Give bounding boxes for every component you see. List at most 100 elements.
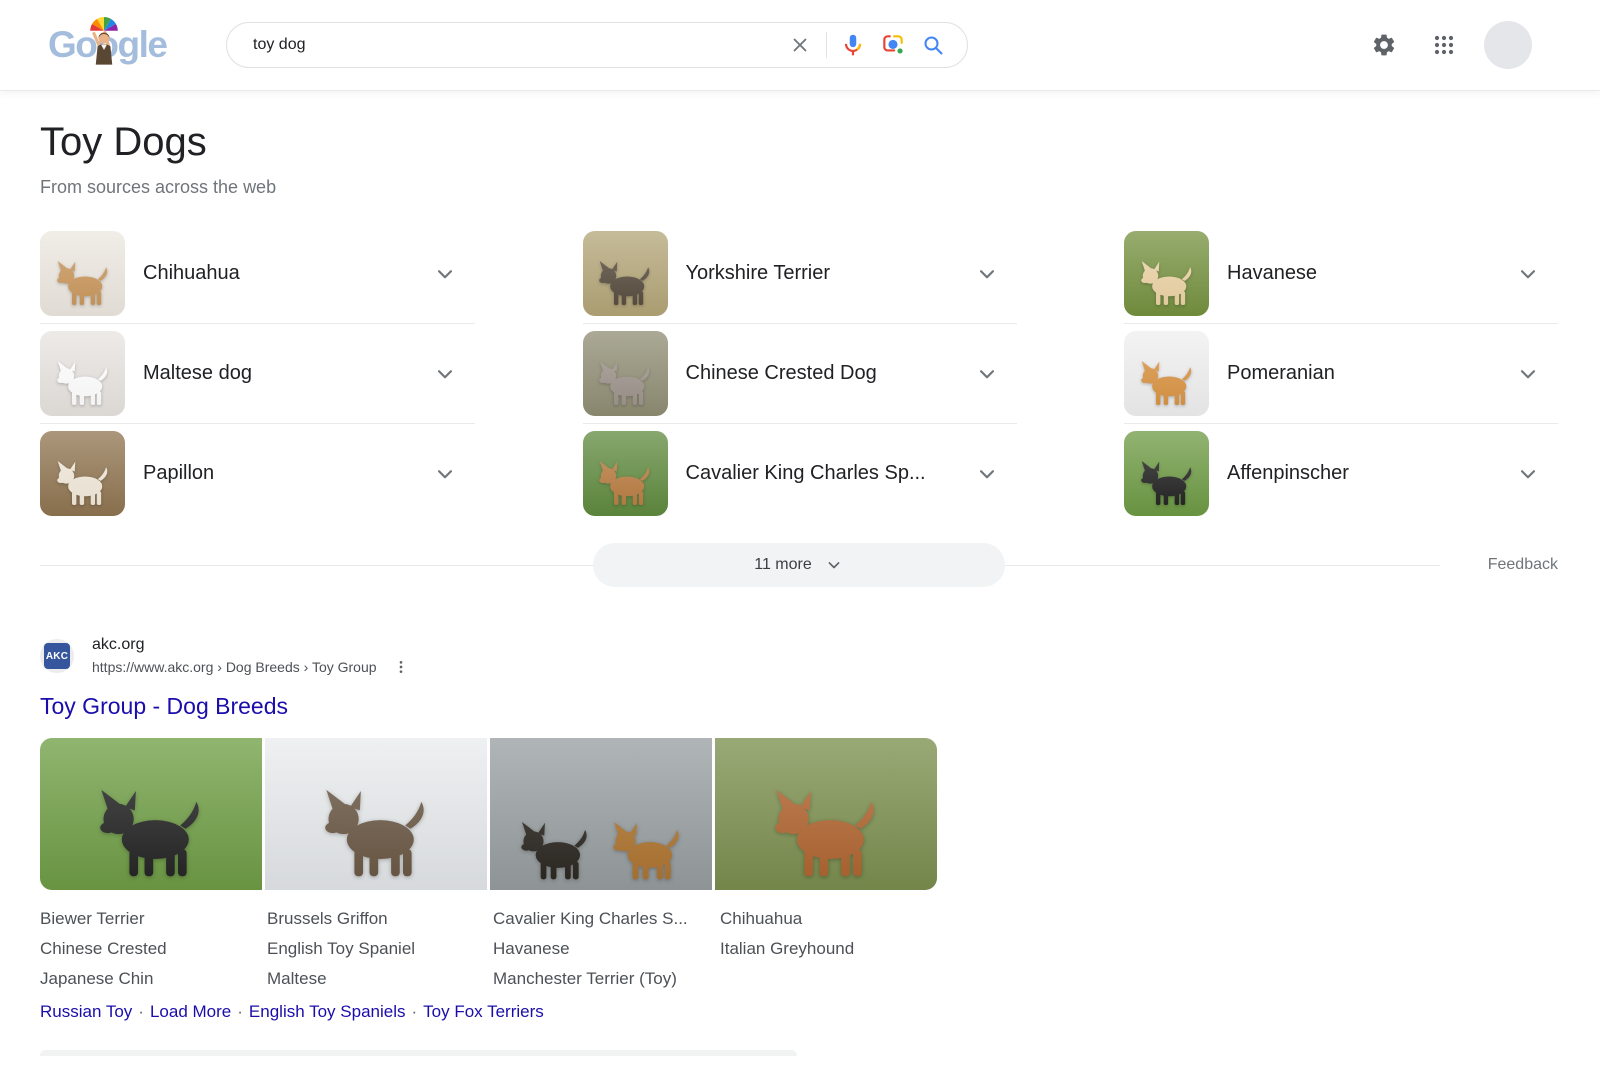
show-more-button[interactable]: 11 more [593,543,1005,587]
chevron-down-icon [824,555,844,575]
result-image[interactable] [715,738,937,890]
list-item[interactable]: Italian Greyhound [720,934,947,964]
header-actions [1364,21,1600,69]
breed-card[interactable]: Havanese [1124,224,1558,324]
voice-search-button[interactable] [833,25,873,65]
results-main: Toy Dogs From sources across the web Chi… [40,120,1558,1056]
show-more-label: 11 more [754,556,812,574]
breed-card[interactable]: Affenpinscher [1124,424,1558,523]
result-site-row: AKC akc.org https://www.akc.org › Dog Br… [40,635,1558,677]
breed-list-column: Biewer Terrier Chinese Crested Japanese … [40,904,267,994]
top-app-bar: Google [0,0,1600,90]
microphone-icon [840,32,866,58]
chevron-down-icon[interactable] [973,460,1001,488]
result-image[interactable] [490,738,712,890]
apps-grid-icon [1432,33,1456,57]
breed-name: Pomeranian [1227,362,1335,385]
breed-list-columns: Biewer Terrier Chinese Crested Japanese … [40,904,1558,994]
breed-grid: Chihuahua Yorkshire Terrier Havanese Mal… [40,224,1558,523]
chevron-down-icon[interactable] [431,260,459,288]
sitelink[interactable]: Russian Toy [40,1002,132,1021]
breed-card[interactable]: Maltese dog [40,324,475,424]
result-image[interactable] [265,738,487,890]
breed-image[interactable] [1124,231,1209,316]
search-bar[interactable] [226,22,968,68]
dog-illustration [604,814,690,886]
breed-image[interactable] [1124,431,1209,516]
result-image-strip[interactable] [40,738,937,890]
sitelink[interactable]: Load More [150,1002,231,1021]
akc-favicon: AKC [44,643,70,669]
dog-illustration [50,255,116,310]
list-item[interactable]: Chihuahua [720,904,947,934]
breed-name: Yorkshire Terrier [686,262,831,285]
breed-card[interactable]: Cavalier King Charles Sp... [583,424,1017,523]
dog-illustration [86,778,216,886]
more-section: 11 more Feedback [40,523,1558,627]
list-item[interactable]: English Toy Spaniel [267,934,493,964]
google-logo[interactable]: Google [48,24,164,66]
chevron-down-icon[interactable] [1514,460,1542,488]
sitelink[interactable]: Toy Fox Terriers [423,1002,544,1021]
breed-image[interactable] [40,431,125,516]
breed-image[interactable] [1124,331,1209,416]
gear-icon [1371,32,1397,58]
chevron-down-icon[interactable] [1514,260,1542,288]
result-options-button[interactable] [391,657,411,677]
breed-image[interactable] [40,331,125,416]
breed-image[interactable] [40,231,125,316]
chevron-down-icon[interactable] [973,360,1001,388]
sitelink[interactable]: English Toy Spaniels [249,1002,406,1021]
dot-separator: · [405,1002,423,1021]
page-subtitle: From sources across the web [40,177,1558,198]
chevron-down-icon[interactable] [431,360,459,388]
list-item[interactable]: Cavalier King Charles S... [493,904,720,934]
breed-image[interactable] [583,331,668,416]
site-favicon: AKC [40,639,74,673]
result-image[interactable] [40,738,262,890]
dog-illustration [311,778,441,886]
breed-card[interactable]: Pomeranian [1124,324,1558,424]
breed-card[interactable]: Yorkshire Terrier [583,224,1017,324]
next-section-peek [40,1050,797,1056]
breed-image[interactable] [583,231,668,316]
account-avatar[interactable] [1484,21,1532,69]
search-input[interactable] [253,36,780,54]
dog-illustration [1134,455,1200,510]
three-dots-icon [393,659,409,675]
google-lens-button[interactable] [873,25,913,65]
settings-button[interactable] [1364,25,1404,65]
search-divider [826,32,827,58]
dog-illustration [1134,255,1200,310]
breed-card[interactable]: Papillon [40,424,475,523]
chevron-down-icon[interactable] [973,260,1001,288]
list-item[interactable]: Havanese [493,934,720,964]
list-item[interactable]: Brussels Griffon [267,904,493,934]
clear-search-button[interactable] [780,25,820,65]
breed-name: Chinese Crested Dog [686,362,877,385]
breed-name: Cavalier King Charles Sp... [686,462,926,485]
google-apps-button[interactable] [1424,25,1464,65]
list-item[interactable]: Manchester Terrier (Toy) [493,964,720,994]
result-title-link[interactable]: Toy Group - Dog Breeds [40,693,288,720]
breed-image[interactable] [583,431,668,516]
dot-separator: · [231,1002,249,1021]
breed-name: Havanese [1227,262,1317,285]
list-item[interactable]: Biewer Terrier [40,904,267,934]
breed-list-column: Chihuahua Italian Greyhound [720,904,947,994]
breed-card[interactable]: Chihuahua [40,224,475,324]
camera-lens-icon [880,32,906,58]
breed-name: Papillon [143,462,214,485]
chevron-down-icon[interactable] [431,460,459,488]
list-item[interactable]: Chinese Crested [40,934,267,964]
list-item[interactable]: Japanese Chin [40,964,267,994]
dog-illustration [592,255,658,310]
chevron-down-icon[interactable] [1514,360,1542,388]
dog-illustration [1134,355,1200,410]
dog-illustration [512,814,598,886]
list-item[interactable]: Maltese [267,964,493,994]
search-submit-button[interactable] [913,25,953,65]
breed-card[interactable]: Chinese Crested Dog [583,324,1017,424]
feedback-link[interactable]: Feedback [1488,556,1558,574]
close-icon [789,34,811,56]
